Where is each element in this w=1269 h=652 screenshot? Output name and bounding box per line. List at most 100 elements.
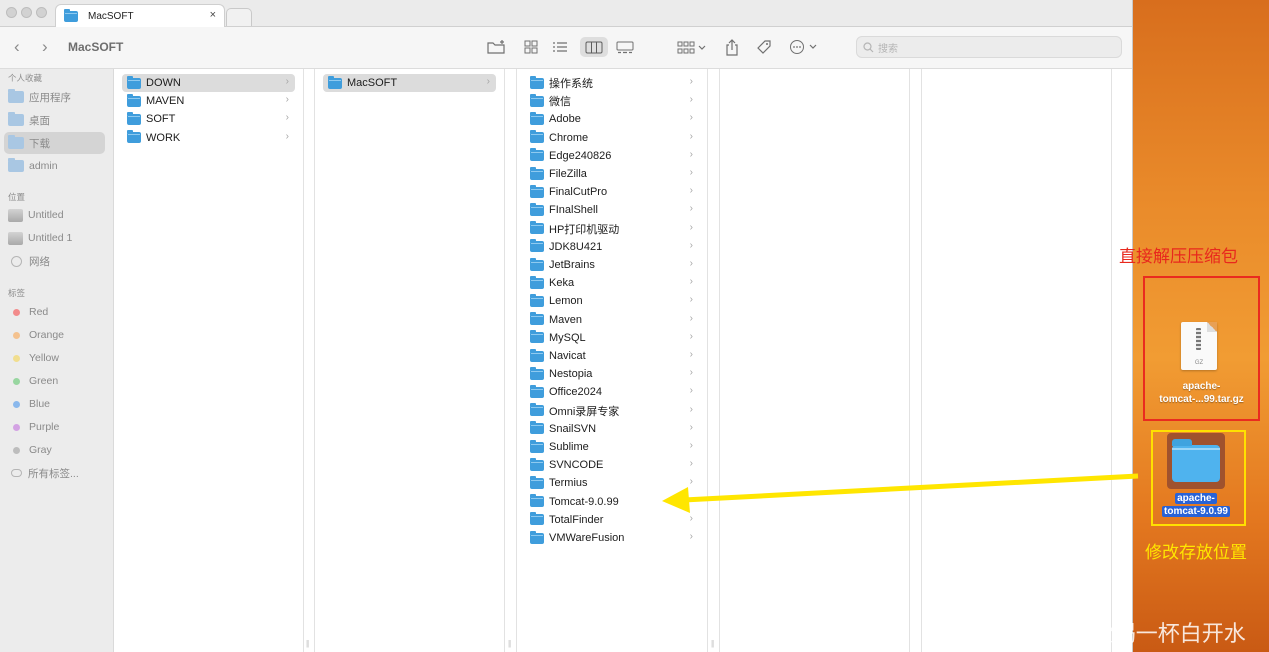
column-3-item[interactable]: Termius ›	[525, 474, 699, 492]
column-3-item[interactable]: Maven ›	[525, 311, 699, 329]
new-tab-button[interactable]	[226, 8, 252, 26]
gallery-view-icon[interactable]	[614, 37, 636, 57]
sidebar-item-admin[interactable]: admin	[4, 155, 105, 177]
column-1-item[interactable]: MAVEN ›	[122, 92, 295, 110]
column-1-item[interactable]: WORK ›	[122, 129, 295, 147]
column-3-item[interactable]: Keka ›	[525, 274, 699, 292]
group-by-icon[interactable]	[676, 37, 708, 57]
sidebar-tag-purple[interactable]: Purple	[4, 416, 105, 438]
folder-label: Adobe	[549, 113, 581, 126]
sidebar-item-network[interactable]: 网络	[4, 250, 105, 272]
share-icon[interactable]	[722, 37, 742, 57]
column-3-item[interactable]: 微信 ›	[525, 92, 699, 110]
column-2[interactable]: MacSOFT ›	[315, 69, 505, 652]
icon-view-icon[interactable]	[522, 37, 540, 57]
column-1-resize-handle[interactable]: ||	[304, 69, 315, 652]
column-2-resize-handle[interactable]: ||	[505, 69, 517, 652]
selected-folder-icon[interactable]	[1167, 433, 1225, 489]
sidebar: 个人收藏 应用程序 桌面 下载 admin 位置 Untitled Untitl…	[0, 69, 114, 652]
column-3-item[interactable]: FInalShell ›	[525, 201, 699, 219]
column-3-item[interactable]: Tomcat-9.0.99	[525, 493, 699, 511]
column-3-item[interactable]: JetBrains ›	[525, 256, 699, 274]
globe-icon	[11, 255, 22, 267]
close-window-button[interactable]	[6, 7, 17, 18]
forward-button[interactable]: ›	[42, 37, 48, 57]
column-3-item[interactable]: 操作系统 ›	[525, 74, 699, 92]
column-3-item[interactable]: FinalCutPro ›	[525, 183, 699, 201]
tomcat-folder-label[interactable]: apache- tomcat-9.0.99	[1157, 492, 1235, 518]
folder-icon	[8, 112, 24, 126]
sidebar-tag-blue[interactable]: Blue	[4, 393, 105, 415]
column-4-resize-handle[interactable]	[910, 69, 922, 652]
column-1[interactable]: DOWN › MAVEN › SOFT › WORK ›	[114, 69, 304, 652]
sidebar-item-untitled[interactable]: Untitled	[4, 204, 105, 226]
column-3-item[interactable]: TotalFinder ›	[525, 511, 699, 529]
sidebar-item-applications[interactable]: 应用程序	[4, 86, 105, 108]
sidebar-item-downloads[interactable]: 下载	[4, 132, 105, 154]
chevron-right-icon: ›	[689, 258, 693, 269]
chevron-right-icon: ›	[285, 130, 289, 142]
sidebar-tag-gray[interactable]: Gray	[4, 439, 105, 461]
column-3-item[interactable]: VMWareFusion ›	[525, 529, 699, 547]
chevron-right-icon: ›	[689, 403, 693, 415]
tab-close-button[interactable]: ×	[210, 9, 216, 21]
column-3-item[interactable]: Navicat ›	[525, 347, 699, 365]
folder-label: TotalFinder	[549, 513, 604, 526]
folder-label: JetBrains	[549, 259, 595, 271]
home-folder-icon	[8, 158, 24, 172]
column-3-item[interactable]: SVNCODE ›	[525, 456, 699, 474]
column-3-item[interactable]: Edge240826 ›	[525, 147, 699, 165]
column-3-item[interactable]: JDK8U421 ›	[525, 238, 699, 256]
gz-archive-icon[interactable]: GZ	[1181, 322, 1217, 370]
sidebar-item-desktop[interactable]: 桌面	[4, 109, 105, 131]
list-view-icon[interactable]	[550, 37, 570, 57]
sidebar-item-untitled-1[interactable]: Untitled 1	[4, 227, 105, 249]
column-3-item[interactable]: HP打印机驱动 ›	[525, 220, 699, 238]
minimize-window-button[interactable]	[21, 7, 32, 18]
column-1-item[interactable]: DOWN ›	[122, 74, 295, 92]
sidebar-item-all-tags[interactable]: 所有标签...	[4, 462, 105, 484]
folder-icon	[530, 366, 544, 380]
sidebar-tag-yellow[interactable]: Yellow	[4, 347, 105, 369]
chevron-right-icon: ›	[689, 94, 693, 106]
zoom-window-button[interactable]	[36, 7, 47, 18]
column-3-resize-handle[interactable]: ||	[708, 69, 720, 652]
column-3-item[interactable]: Nestopia ›	[525, 365, 699, 383]
column-3-item[interactable]: Sublime ›	[525, 438, 699, 456]
gz-file-label[interactable]: apache- tomcat-...99.tar.gz	[1145, 380, 1258, 406]
column-1-item[interactable]: SOFT ›	[122, 110, 295, 128]
chevron-right-icon: ›	[689, 385, 693, 397]
column-2-item[interactable]: MacSOFT ›	[323, 74, 496, 92]
chevron-right-icon: ›	[689, 367, 693, 379]
sidebar-tag-green[interactable]: Green	[4, 370, 105, 392]
column-view-icon[interactable]	[580, 37, 608, 57]
column-3-item[interactable]: Adobe ›	[525, 110, 699, 128]
tab-macsoft[interactable]: MacSOFT ×	[55, 4, 225, 27]
column-3-item[interactable]: FileZilla ›	[525, 165, 699, 183]
column-6[interactable]	[1112, 69, 1132, 652]
column-3-item[interactable]: Chrome ›	[525, 129, 699, 147]
column-3-item[interactable]: Lemon ›	[525, 292, 699, 310]
more-actions-icon[interactable]	[788, 37, 820, 57]
sidebar-tag-red[interactable]: Red	[4, 301, 105, 323]
search-icon	[863, 41, 874, 52]
column-3[interactable]: 操作系统 › 微信 › Adobe › Chrome › Edge240826 › FileZill…	[517, 69, 708, 652]
tag-icon[interactable]	[754, 37, 774, 57]
tab-bar: MacSOFT ×	[0, 0, 1132, 27]
sidebar-tag-orange[interactable]: Orange	[4, 324, 105, 346]
column-5[interactable]	[922, 69, 1112, 652]
folder-icon	[530, 475, 544, 489]
folder-label: MAVEN	[146, 95, 185, 108]
folder-icon	[127, 111, 141, 125]
folder-icon	[530, 257, 544, 271]
search-input[interactable]: 搜索	[856, 36, 1122, 58]
folder-label: Navicat	[549, 350, 586, 362]
column-3-item[interactable]: Omni录屏专家 ›	[525, 402, 699, 420]
column-3-item[interactable]: MySQL ›	[525, 329, 699, 347]
column-4[interactable]	[720, 69, 910, 652]
back-button[interactable]: ‹	[14, 37, 20, 57]
column-3-item[interactable]: Office2024 ›	[525, 383, 699, 401]
new-folder-icon[interactable]	[486, 37, 508, 57]
column-3-item[interactable]: SnailSVN ›	[525, 420, 699, 438]
chevron-right-icon: ›	[486, 76, 490, 87]
